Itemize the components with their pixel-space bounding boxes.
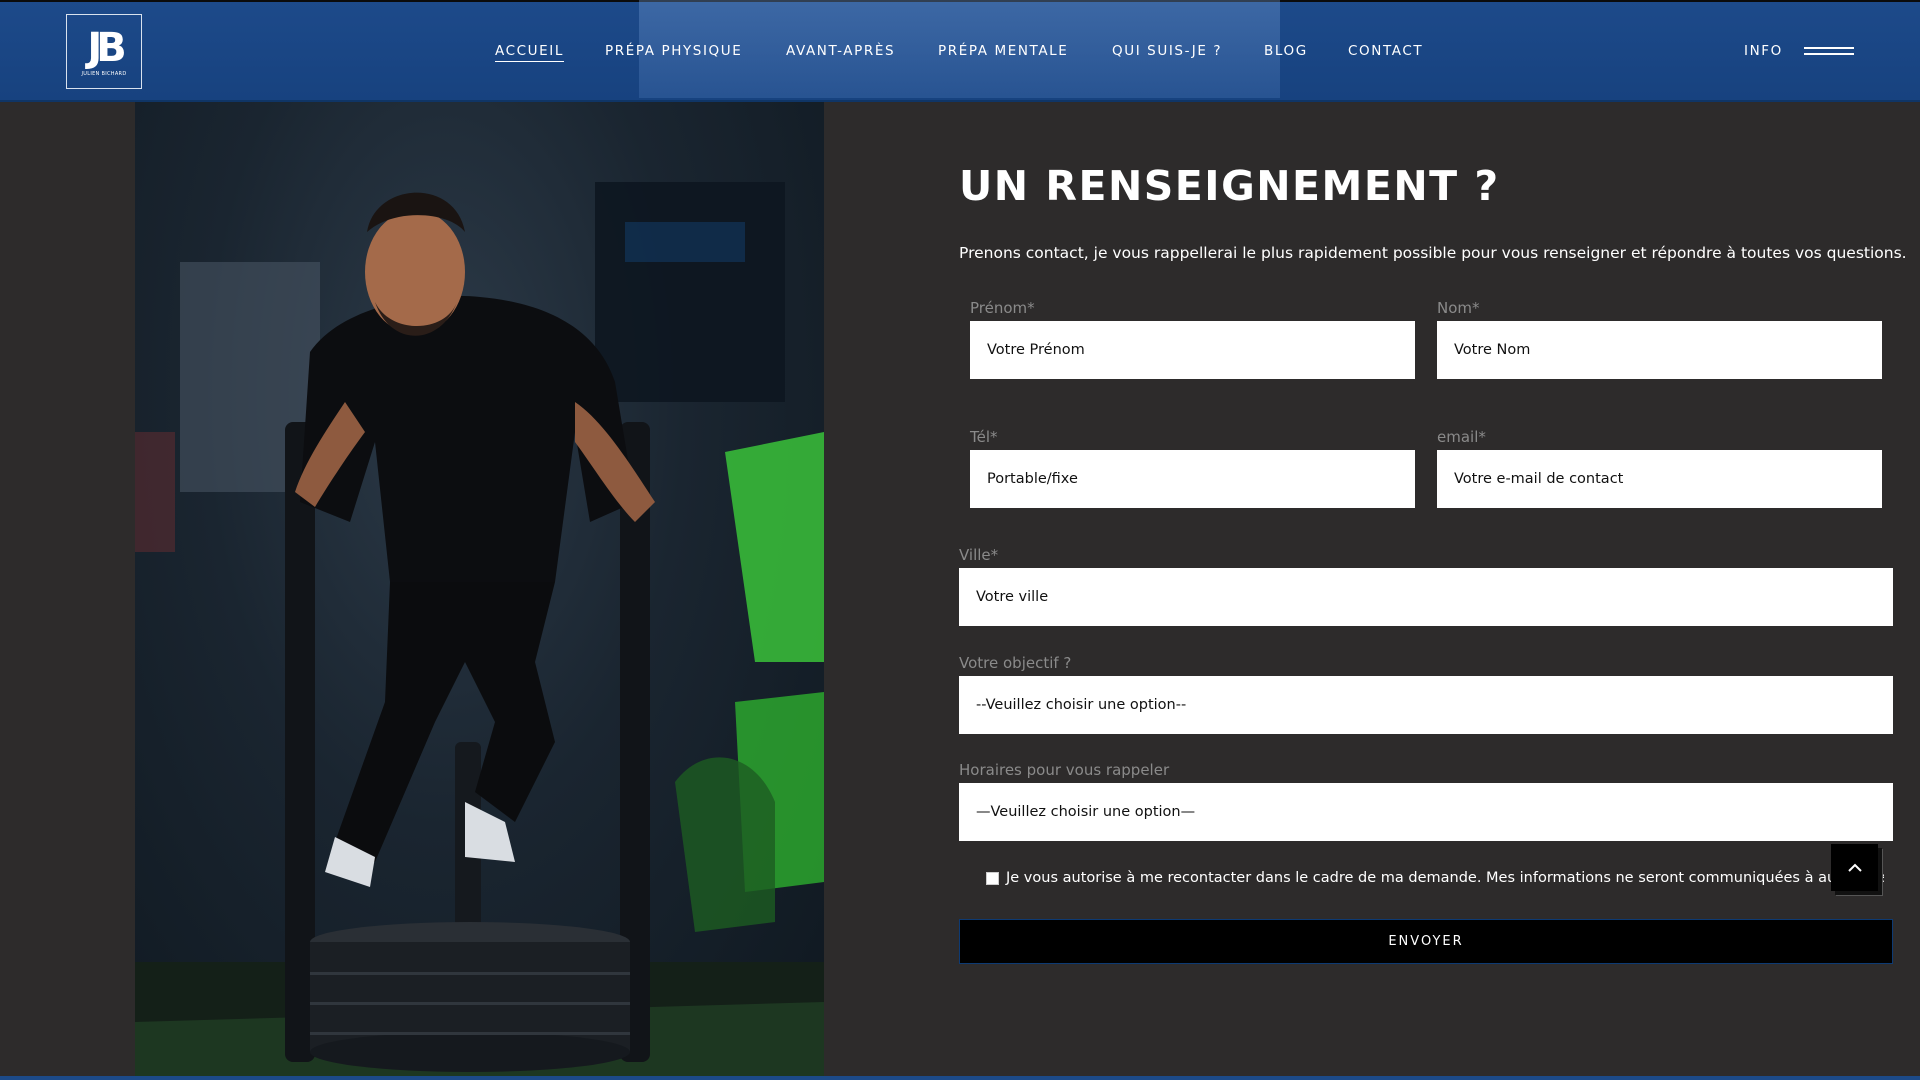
scroll-to-top-button[interactable] xyxy=(1831,844,1878,891)
info-link[interactable]: INFO xyxy=(1744,43,1783,59)
contact-intro: Prenons contact, je vous rappellerai le … xyxy=(959,244,1907,262)
nav-item-contact[interactable]: CONTACT xyxy=(1348,43,1423,59)
prenom-input[interactable] xyxy=(970,321,1415,379)
objectif-select[interactable]: --Veuillez choisir une option-- xyxy=(959,676,1893,734)
objectif-selected-value: --Veuillez choisir une option-- xyxy=(976,697,1187,713)
nav-item-prepa-mentale[interactable]: PRÉPA MENTALE xyxy=(938,43,1068,59)
main-nav: ACCUEIL PRÉPA PHYSIQUE AVANT-APRÈS PRÉPA… xyxy=(0,43,1920,63)
nom-input[interactable] xyxy=(1437,321,1882,379)
horaires-select[interactable]: —Veuillez choisir une option— xyxy=(959,783,1893,841)
submit-button[interactable]: ENVOYER xyxy=(959,919,1893,964)
contact-title: UN RENSEIGNEMENT ? xyxy=(959,162,1500,210)
tel-label: Tél* xyxy=(970,428,998,446)
nom-label: Nom* xyxy=(1437,299,1480,317)
bottom-accent-bar xyxy=(0,1076,1920,1080)
nav-item-blog[interactable]: BLOG xyxy=(1264,43,1308,59)
consent-text: Je vous autorise à me recontacter dans l… xyxy=(1006,870,1884,886)
horaires-selected-value: —Veuillez choisir une option— xyxy=(976,804,1196,820)
objectif-label: Votre objectif ? xyxy=(959,654,1072,672)
hamburger-icon[interactable] xyxy=(1804,47,1854,57)
hamburger-line xyxy=(1804,47,1854,49)
logo-subtitle: JULIEN BICHARD xyxy=(81,71,127,77)
nav-item-accueil[interactable]: ACCUEIL xyxy=(495,43,564,62)
nav-item-qui-suis-je[interactable]: QUI SUIS-JE ? xyxy=(1112,43,1222,59)
nav-item-avant-apres[interactable]: AVANT-APRÈS xyxy=(786,43,895,59)
chevron-up-icon xyxy=(1847,863,1862,872)
tel-input[interactable] xyxy=(970,450,1415,508)
nav-item-prepa-physique[interactable]: PRÉPA PHYSIQUE xyxy=(605,43,742,59)
email-label: email* xyxy=(1437,428,1486,446)
consent-checkbox[interactable] xyxy=(986,871,999,885)
ville-label: Ville* xyxy=(959,546,999,564)
horaires-label: Horaires pour vous rappeler xyxy=(959,761,1170,779)
prenom-label: Prénom* xyxy=(970,299,1035,317)
hamburger-line xyxy=(1804,53,1854,55)
coach-illustration xyxy=(135,182,824,1076)
coach-photo xyxy=(135,102,824,1076)
consent-row: Je vous autorise à me recontacter dans l… xyxy=(986,868,1884,888)
site-header: JB JULIEN BICHARD ACCUEIL PRÉPA PHYSIQUE… xyxy=(0,0,1920,102)
ville-input[interactable] xyxy=(959,568,1893,626)
email-input[interactable] xyxy=(1437,450,1882,508)
